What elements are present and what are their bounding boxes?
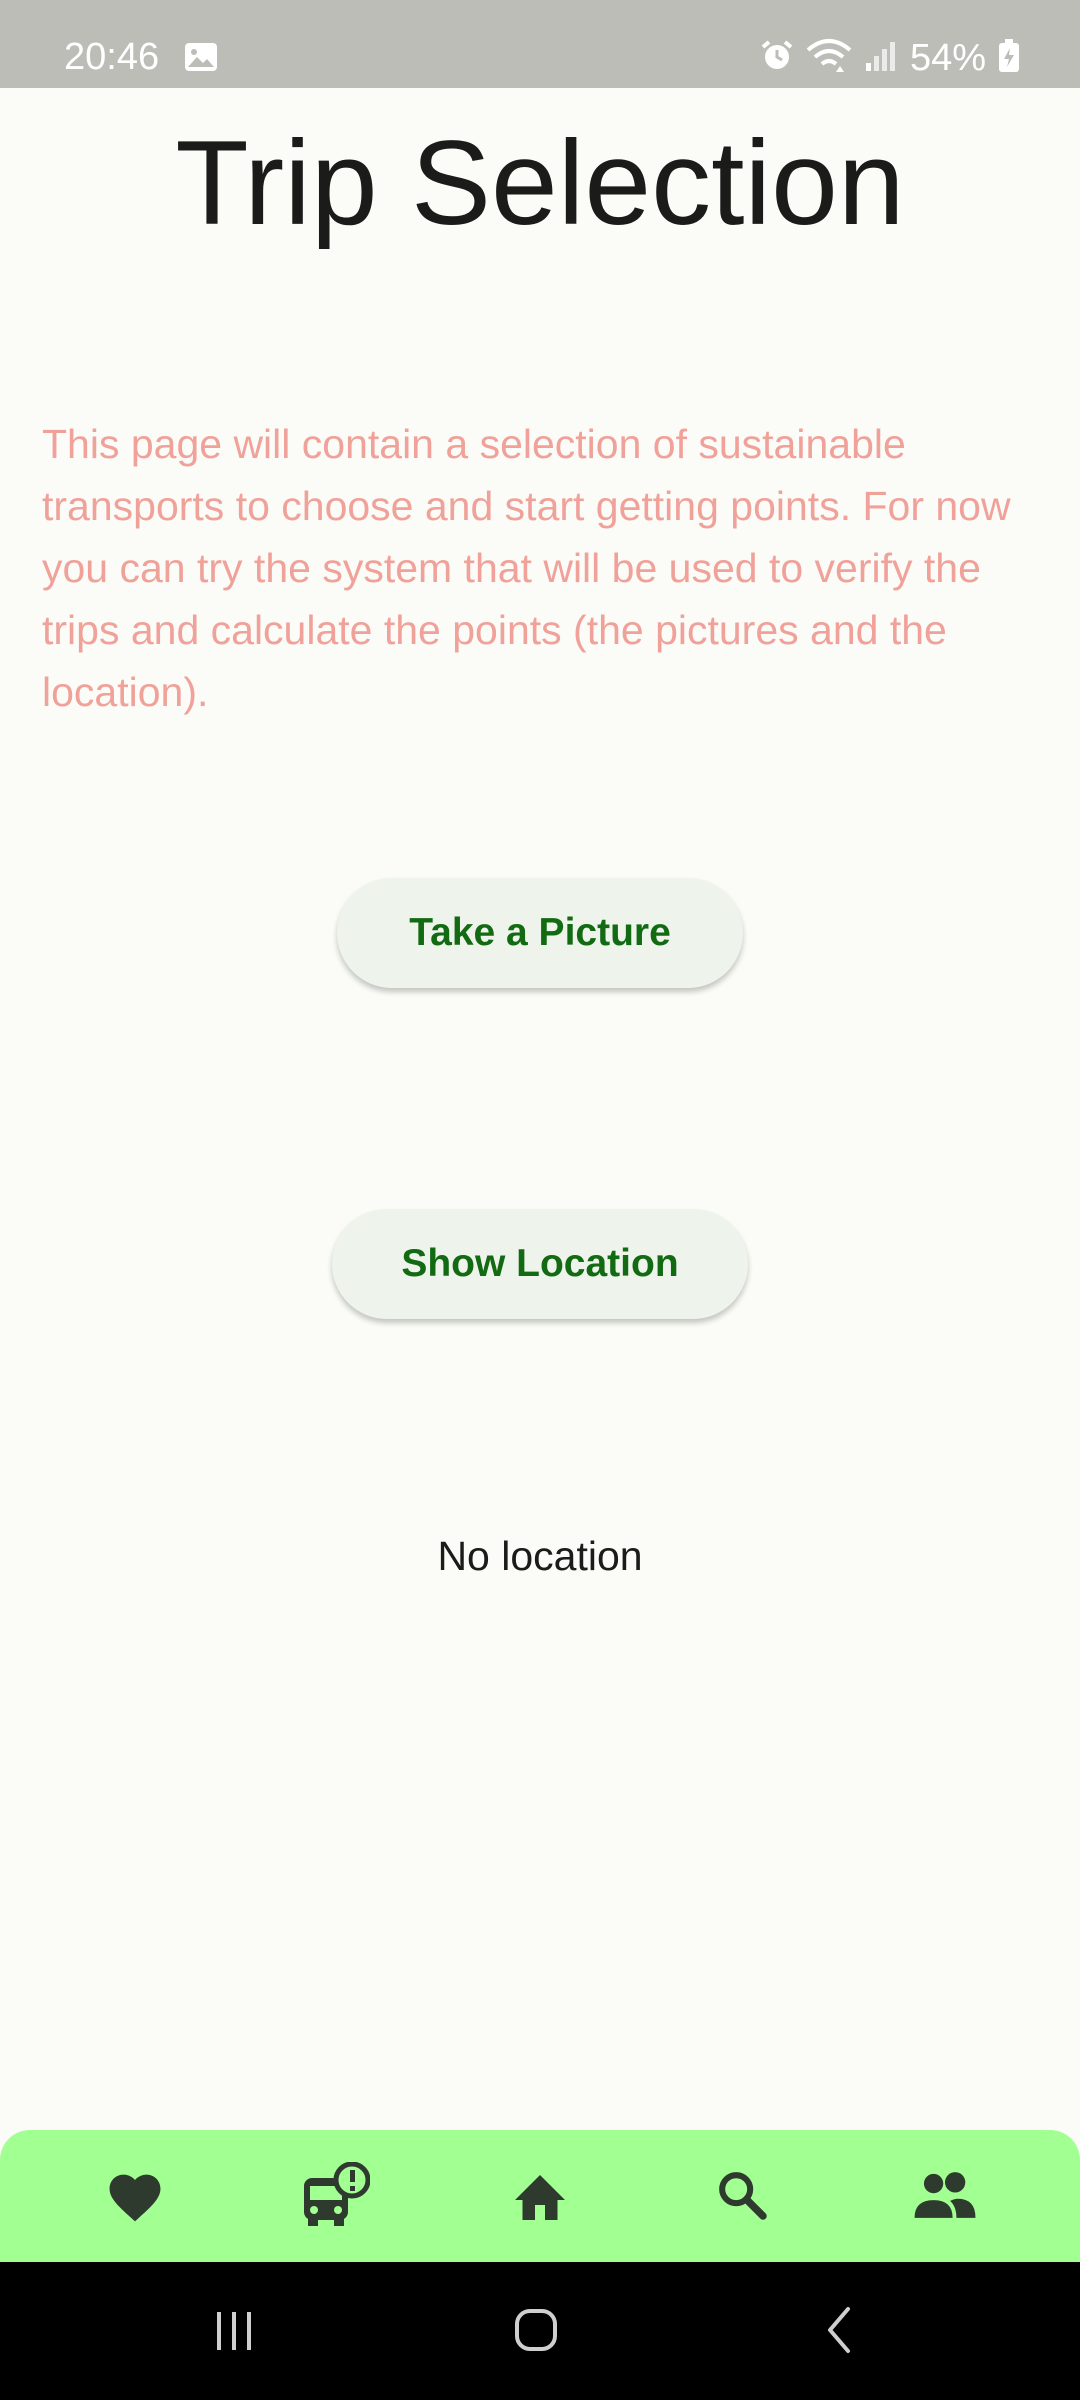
battery-charging-icon <box>998 38 1020 78</box>
system-back-button[interactable] <box>800 2302 880 2362</box>
nav-favorites[interactable] <box>90 2152 180 2242</box>
search-icon <box>714 2167 770 2228</box>
gallery-icon <box>184 42 218 77</box>
nav-search[interactable] <box>697 2152 787 2242</box>
signal-icon <box>864 39 898 78</box>
home-icon <box>510 2167 570 2228</box>
back-icon <box>820 2305 860 2360</box>
recent-apps-icon <box>209 2308 259 2357</box>
system-nav-bar <box>0 2262 1080 2400</box>
system-home-button[interactable] <box>496 2302 576 2362</box>
status-time: 20:46 <box>64 36 160 78</box>
heart-icon <box>104 2167 166 2228</box>
home-circle-icon <box>511 2305 561 2360</box>
nav-home[interactable] <box>495 2152 585 2242</box>
people-icon <box>912 2169 978 2226</box>
recent-apps-button[interactable] <box>194 2302 274 2362</box>
battery-percent: 54% <box>909 36 986 79</box>
status-icons: 54% <box>760 34 1020 82</box>
nav-community[interactable] <box>900 2152 990 2242</box>
take-picture-button[interactable]: Take a Picture <box>337 878 743 988</box>
bottom-nav <box>0 2130 1080 2262</box>
nav-trips[interactable] <box>290 2152 380 2242</box>
page-title: Trip Selection <box>175 116 905 250</box>
location-status: No location <box>437 1533 643 1579</box>
wifi-icon <box>806 38 852 79</box>
page-description: This page will contain a selection of su… <box>42 421 1011 715</box>
status-bar: 20:46 54% <box>0 0 1080 88</box>
bus-alert-icon <box>300 2161 371 2233</box>
show-location-button[interactable]: Show Location <box>332 1209 748 1319</box>
alarm-icon <box>760 39 794 78</box>
